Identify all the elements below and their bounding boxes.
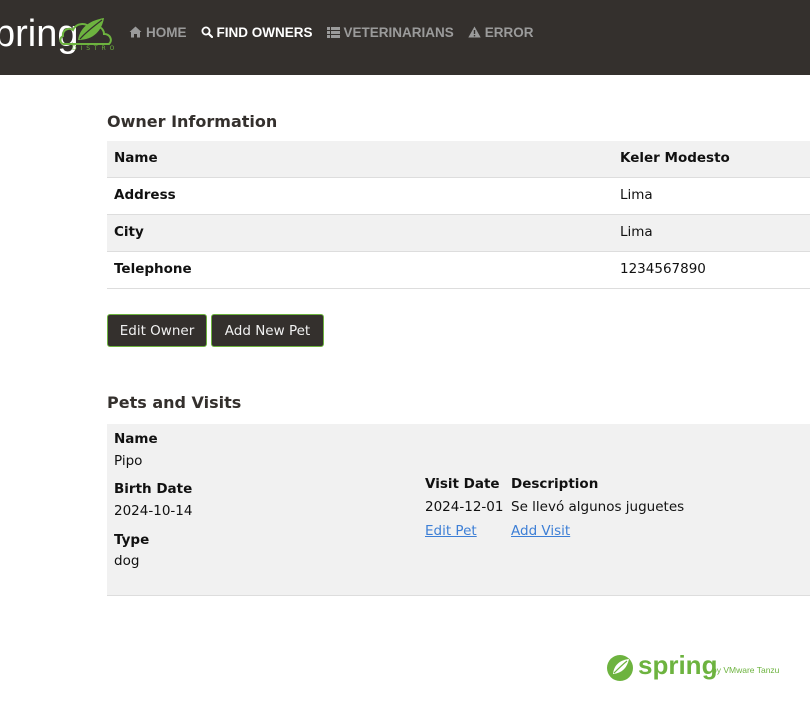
owner-name-value: Keler Modesto <box>620 150 730 166</box>
nav-find-owners[interactable]: Find owners <box>201 24 313 40</box>
home-icon <box>129 26 142 38</box>
nav-error-label: Error <box>484 24 534 40</box>
nav-find-owners-label: Find owners <box>216 24 313 40</box>
pets-and-visits-heading: Pets and Visits <box>107 393 242 412</box>
edit-pet-link[interactable]: Edit Pet <box>425 523 477 539</box>
search-icon <box>201 26 213 38</box>
edit-owner-button[interactable]: Edit Owner <box>107 314 207 347</box>
pet-name-label: Name <box>114 431 158 447</box>
visit-description-header: Description <box>511 476 599 492</box>
footer-tagline: by VMware Tanzu <box>712 665 780 675</box>
pet-name-value: Pipo <box>114 453 143 469</box>
visit-date-header: Visit Date <box>425 476 500 492</box>
pet-type-label: Type <box>114 532 150 548</box>
footer-spring-text: spring <box>638 650 718 680</box>
add-new-pet-button[interactable]: Add New Pet <box>211 314 324 347</box>
pet-card: Name Pipo Birth Date 2024-10-14 Type dog… <box>107 424 810 596</box>
owner-information-heading: Owner Information <box>107 112 278 131</box>
top-navbar: pring D I S T R O Home Find owners <box>0 0 810 75</box>
add-visit-link[interactable]: Add Visit <box>511 523 570 539</box>
owner-row-telephone: Telephone 1234567890 <box>107 252 810 289</box>
visit-description-value: Se llevó algunos juguetes <box>511 499 685 515</box>
owner-city-label: City <box>114 224 144 240</box>
owner-telephone-value: 1234567890 <box>620 261 706 277</box>
nav-home[interactable]: Home <box>129 24 187 40</box>
owner-name-label: Name <box>114 150 158 166</box>
warning-icon <box>468 26 481 38</box>
pet-type-value: dog <box>114 553 140 569</box>
owner-row-address: Address Lima <box>107 178 810 215</box>
nav-error[interactable]: Error <box>468 24 534 40</box>
svg-text:D I S T R O: D I S T R O <box>72 45 115 52</box>
visit-date-value: 2024-12-01 <box>425 499 504 515</box>
petclinic-leaf-logo-icon: D I S T R O <box>59 18 115 52</box>
spring-footer-logo: spring by VMware Tanzu <box>606 650 790 688</box>
pet-birth-date-label: Birth Date <box>114 481 193 497</box>
owner-telephone-label: Telephone <box>114 261 192 277</box>
owner-address-value: Lima <box>620 187 653 203</box>
nav-veterinarians-label: Veterinarians <box>343 24 454 40</box>
owner-row-city: City Lima <box>107 215 810 252</box>
owner-address-label: Address <box>114 187 176 203</box>
nav-home-label: Home <box>146 24 187 40</box>
nav-veterinarians[interactable]: Veterinarians <box>326 24 454 40</box>
owner-row-name: Name Keler Modesto <box>107 141 810 178</box>
main-nav: Home Find owners Veterinarians Error <box>129 24 548 40</box>
list-icon <box>326 26 340 38</box>
pet-birth-date-value: 2024-10-14 <box>114 503 193 519</box>
owner-city-value: Lima <box>620 224 653 240</box>
